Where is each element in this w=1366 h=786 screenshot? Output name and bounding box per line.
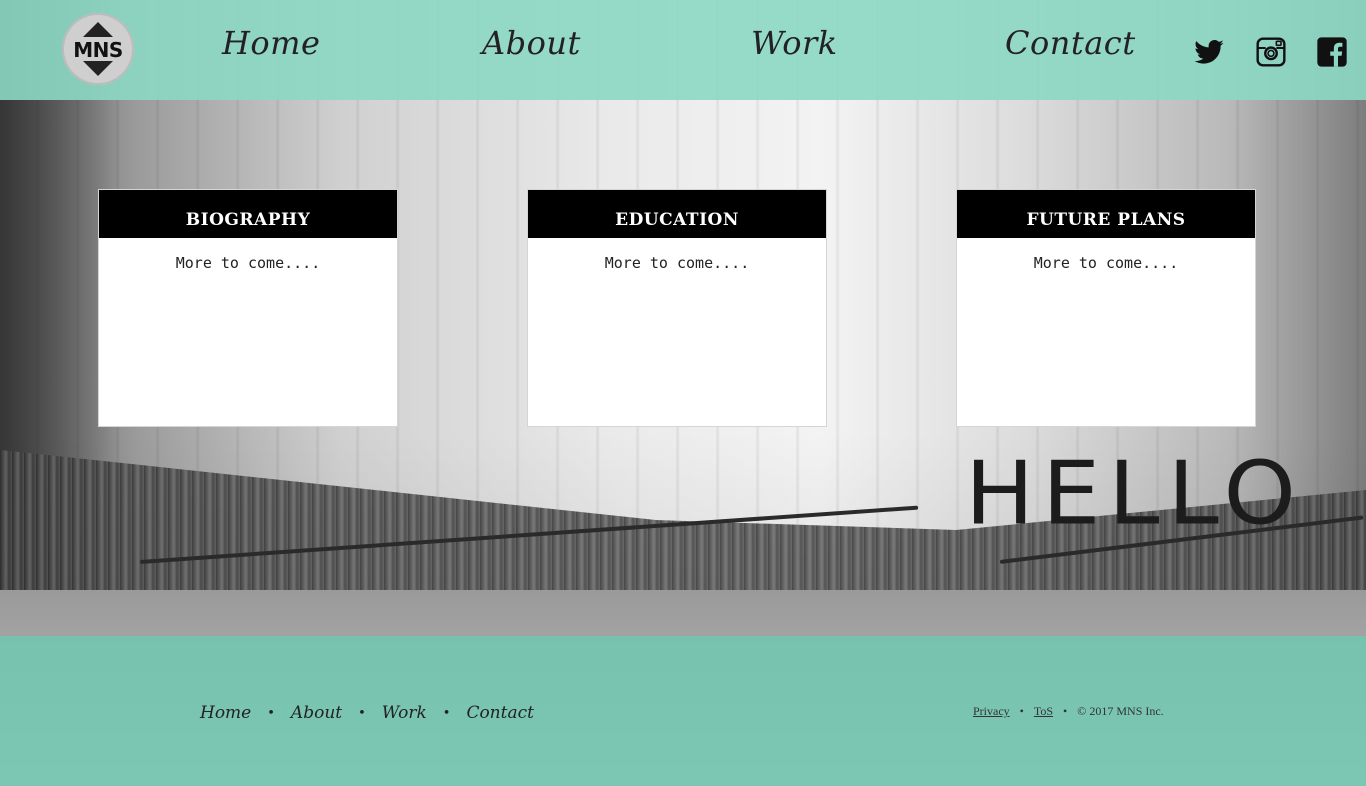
copyright-text: © 2017 MNS Inc. (1077, 704, 1164, 718)
card-title: FUTURE PLANS (957, 190, 1255, 238)
biography-card: BIOGRAPHY More to come.... (98, 189, 398, 427)
mns-logo[interactable]: MNS (62, 13, 134, 85)
facebook-icon[interactable] (1316, 36, 1348, 68)
wall-graffiti: HELLO (965, 442, 1304, 545)
card-title: EDUCATION (528, 190, 826, 238)
logo-text: MNS (73, 38, 123, 62)
separator: • (442, 705, 451, 721)
separator: • (358, 705, 366, 721)
legal-links: Privacy • ToS • © 2017 MNS Inc. (973, 704, 1164, 719)
footer-nav: Home • About • Work • Contact (200, 703, 534, 723)
nav-home[interactable]: Home (222, 24, 320, 62)
footer-link-contact[interactable]: Contact (466, 703, 534, 723)
future-plans-card: FUTURE PLANS More to come.... (956, 189, 1256, 427)
arrow-down-icon (83, 61, 113, 76)
site-footer: Home • About • Work • Contact Privacy • … (0, 636, 1366, 786)
card-body: More to come.... (1033, 254, 1179, 272)
card-body: More to come.... (175, 254, 321, 272)
education-card: EDUCATION More to come.... (527, 189, 827, 427)
twitter-icon[interactable] (1193, 36, 1225, 68)
site-header: MNS Home About Work Contact (0, 0, 1366, 100)
arrow-up-icon (83, 22, 113, 37)
nav-about[interactable]: About (482, 24, 581, 62)
footer-link-home[interactable]: Home (200, 703, 251, 723)
instagram-icon[interactable] (1255, 36, 1287, 68)
tos-link[interactable]: ToS (1034, 704, 1053, 719)
card-title: BIOGRAPHY (99, 190, 397, 238)
footer-link-work[interactable]: Work (382, 703, 427, 723)
nav-work[interactable]: Work (751, 24, 838, 62)
separator: • (1019, 704, 1024, 718)
nav-contact[interactable]: Contact (1005, 24, 1136, 62)
footer-link-about[interactable]: About (291, 703, 342, 723)
card-body: More to come.... (604, 254, 750, 272)
separator: • (267, 705, 275, 721)
separator: • (1063, 704, 1068, 718)
privacy-link[interactable]: Privacy (973, 704, 1010, 719)
